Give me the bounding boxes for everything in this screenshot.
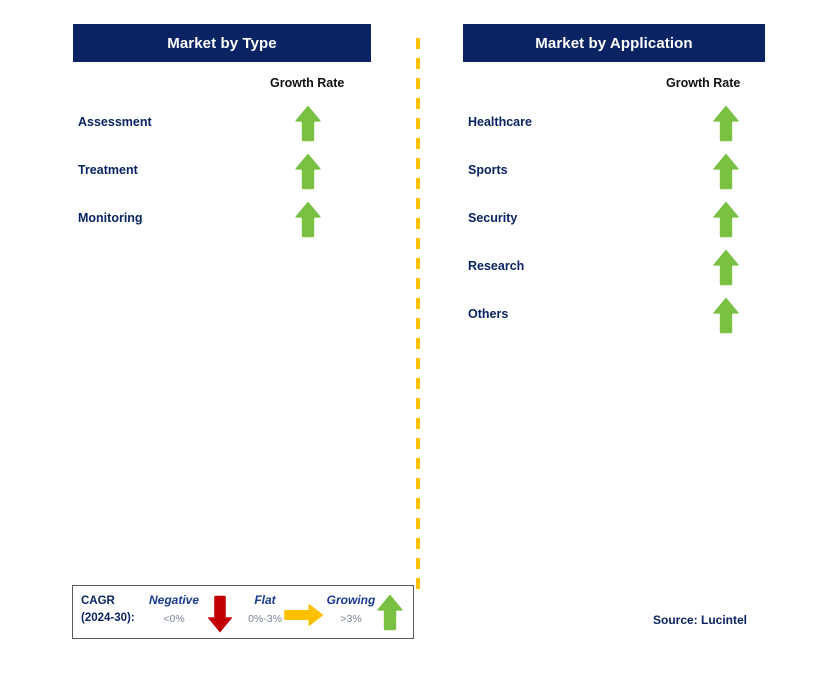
arrow-up-icon — [294, 200, 322, 240]
table-row: Sports — [463, 152, 765, 200]
arrow-down-icon — [207, 594, 233, 634]
market-by-type-header: Market by Type — [73, 24, 371, 62]
source-attribution: Source: Lucintel — [653, 613, 748, 627]
market-by-application-row-list: Healthcare Sports Security Research Othe… — [463, 104, 765, 344]
segment-label-assessment: Assessment — [78, 115, 152, 129]
legend-cagr-label: CAGR (2024-30): — [81, 593, 135, 627]
segment-label-security: Security — [468, 211, 518, 225]
arrow-up-icon — [712, 152, 740, 192]
arrow-up-icon — [294, 152, 322, 192]
vertical-dashed-divider — [416, 38, 420, 590]
legend-item-negative: Negative <0% — [137, 592, 211, 628]
arrow-up-icon — [294, 104, 322, 144]
segment-label-treatment: Treatment — [78, 163, 138, 177]
arrow-up-icon — [376, 593, 404, 633]
segment-label-monitoring: Monitoring — [78, 211, 143, 225]
segment-label-others: Others — [468, 307, 509, 321]
arrow-up-icon — [712, 296, 740, 336]
legend-negative-range: <0% — [163, 613, 185, 625]
segment-label-sports: Sports — [468, 163, 508, 177]
table-row: Others — [463, 296, 765, 344]
growth-rate-column-header-left: Growth Rate — [270, 76, 345, 90]
infographic-canvas: Market by Type Growth Rate Assessment Tr… — [0, 0, 829, 686]
table-row: Assessment — [73, 104, 371, 152]
cagr-legend: CAGR (2024-30): Negative <0% Flat 0%-3% … — [72, 585, 414, 639]
table-row: Treatment — [73, 152, 371, 200]
growth-rate-column-header-right: Growth Rate — [666, 76, 741, 90]
table-row: Research — [463, 248, 765, 296]
market-by-application-header: Market by Application — [463, 24, 765, 62]
table-row: Monitoring — [73, 200, 371, 248]
segment-label-healthcare: Healthcare — [468, 115, 532, 129]
legend-negative-title: Negative — [148, 593, 200, 607]
arrow-up-icon — [712, 104, 740, 144]
legend-cagr-line2: (2024-30): — [81, 612, 135, 624]
market-by-type-row-list: Assessment Treatment Monitoring — [73, 104, 371, 248]
table-row: Healthcare — [463, 104, 765, 152]
legend-cagr-line1: CAGR — [81, 595, 115, 607]
arrow-up-icon — [712, 200, 740, 240]
table-row: Security — [463, 200, 765, 248]
arrow-up-icon — [712, 248, 740, 288]
segment-label-research: Research — [468, 259, 525, 273]
